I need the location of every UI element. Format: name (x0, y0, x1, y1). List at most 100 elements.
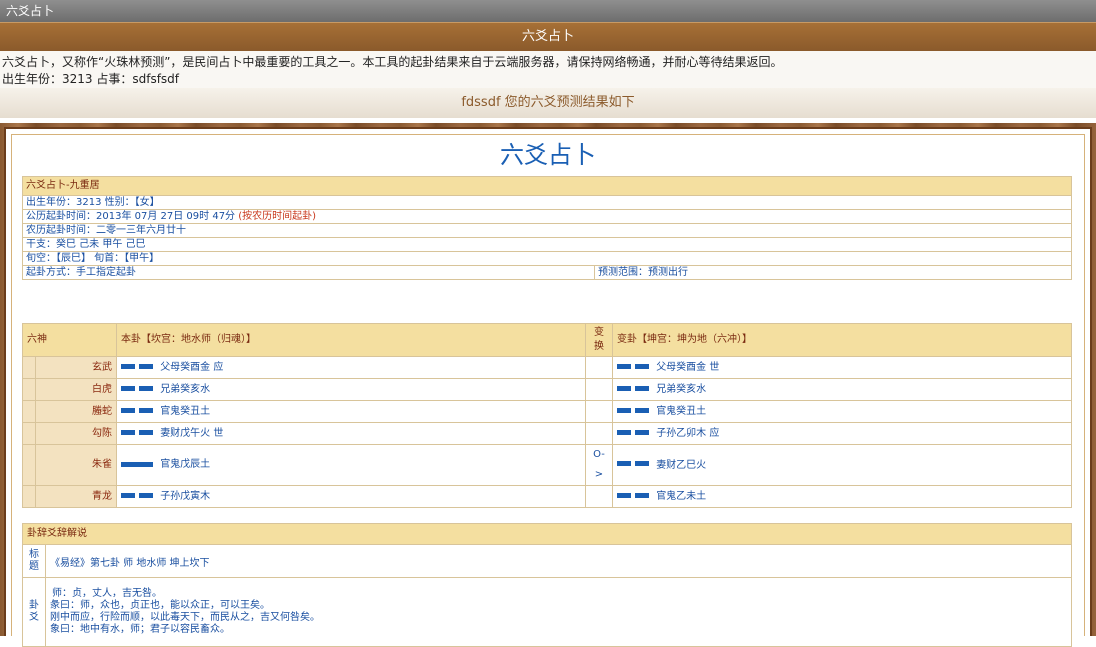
body-label: 卦爻 (22, 577, 46, 647)
row-spacer (22, 422, 36, 445)
yin-line-icon (617, 455, 653, 475)
row-spacer (22, 378, 36, 401)
bian-gua-line: 官鬼癸丑土 (612, 400, 1072, 423)
birth-info: 出生年份：3213 性别：【女】 (22, 195, 1072, 210)
app-header-title: 六爻占卜 (521, 29, 574, 44)
ben-gua-line: 兄弟癸亥水 (116, 378, 586, 401)
yin-line-icon (121, 357, 157, 377)
bian-gua-text: 官鬼癸丑土 (656, 406, 707, 417)
change-mark (585, 400, 613, 423)
ben-gua-line: 官鬼戊辰土 (116, 444, 586, 486)
report-paper[interactable]: 六爻占卜 六爻占卜-九重居 出生年份：3213 性别：【女】 公历起卦时间：20… (4, 127, 1092, 647)
hexagram-row: 青龙 子孙戊寅木 官鬼乙未土 (22, 485, 1072, 508)
bian-gua-text: 妻财乙巳火 (656, 459, 707, 471)
change-mark (585, 378, 613, 401)
change-mark: O-> (585, 444, 613, 486)
bian-gua-text: 兄弟癸亥水 (656, 384, 707, 395)
six-god: 朱雀 (35, 444, 117, 486)
method: 起卦方式：手工指定起卦 (22, 265, 595, 280)
yin-line-icon (617, 423, 653, 443)
change-mark (585, 422, 613, 445)
scope: 预测范围：预测出行 (594, 265, 1072, 280)
xunkong: 旬空：【辰巳】 旬首：【甲午】 (22, 251, 1072, 266)
title-label: 标题 (22, 544, 46, 578)
change-mark (585, 356, 613, 379)
ben-gua-line: 官鬼癸丑土 (116, 400, 586, 423)
interpretation-table: 卦辞爻辞解说 标题 《易经》第七卦 师 地水师 坤上坎下 卦爻 师：贞，丈人，吉… (22, 523, 1072, 647)
yin-line-icon (121, 401, 157, 421)
report-wood-frame: 六爻占卜 六爻占卜-九重居 出生年份：3213 性别：【女】 公历起卦时间：20… (0, 123, 1096, 647)
intro-section: 六爻占卜，又称作“火珠林预测”，是民间占卜中最重要的工具之一。本工具的起卦结果来… (0, 51, 1096, 88)
bian-gua-line: 兄弟癸亥水 (612, 378, 1072, 401)
body-line: 象曰：地中有水，师；君子以容民畜众。 (50, 624, 230, 635)
result-heading-bar: fdssdf 您的六爻预测结果如下 (0, 88, 1096, 118)
yin-line-icon (617, 357, 653, 377)
six-god: 螣蛇 (35, 400, 117, 423)
yin-line-icon (617, 401, 653, 421)
row-spacer (22, 485, 36, 508)
hexagram-row: 玄武 父母癸酉金 应 父母癸酉金 世 (22, 356, 1072, 379)
col-ben-gua: 本卦【坎宫：地水师（归魂）】 (116, 323, 586, 357)
solar-time-note: (按农历时间起卦) (238, 211, 317, 222)
ben-gua-text: 兄弟癸亥水 (160, 384, 211, 395)
window-title-bar: 六爻占卜 (0, 0, 1096, 22)
app-header: 六爻占卜 (0, 22, 1096, 51)
hexagram-row: 朱雀 官鬼戊辰土 O-> 妻财乙巳火 (22, 444, 1072, 486)
ben-gua-text: 父母癸酉金 应 (160, 362, 224, 373)
yin-line-icon (617, 379, 653, 399)
intro-description: 六爻占卜，又称作“火珠林预测”，是民间占卜中最重要的工具之一。本工具的起卦结果来… (2, 55, 783, 69)
row-spacer (22, 356, 36, 379)
intro-query-summary: 出生年份：3213 占事：sdfsfsdf (2, 72, 180, 86)
bian-gua-line: 妻财乙巳火 (612, 444, 1072, 486)
bian-gua-text: 父母癸酉金 世 (656, 362, 720, 373)
report-title: 六爻占卜 (500, 141, 596, 169)
six-god: 白虎 (35, 378, 117, 401)
bian-gua-line: 官鬼乙未土 (612, 485, 1072, 508)
bian-gua-text: 子孙乙卯木 应 (656, 428, 720, 439)
hexagram-row: 螣蛇 官鬼癸丑土 官鬼癸丑土 (22, 400, 1072, 423)
ben-gua-line: 妻财戊午火 世 (116, 422, 586, 445)
solar-time-cell: 公历起卦时间：2013年 07月 27日 09时 47分 (按农历时间起卦) (22, 209, 1072, 224)
body-line: 彖曰：师，众也，贞正也，能以众正，可以王矣。 (50, 600, 270, 611)
lunar-time: 农历起卦时间：二零一三年六月廿十 (22, 223, 1072, 238)
title-text: 《易经》第七卦 师 地水师 坤上坎下 (45, 544, 1072, 578)
bian-gua-line: 子孙乙卯木 应 (612, 422, 1072, 445)
body-line: 刚中而应，行险而顺，以此毒天下，而民从之，吉又何咎矣。 (50, 612, 320, 623)
row-spacer (22, 400, 36, 423)
window-title: 六爻占卜 (6, 4, 55, 18)
report-inner-border: 六爻占卜 六爻占卜-九重居 出生年份：3213 性别：【女】 公历起卦时间：20… (11, 134, 1085, 647)
ben-gua-line: 子孙戊寅木 (116, 485, 586, 508)
ben-gua-text: 妻财戊午火 世 (160, 428, 224, 439)
six-god: 勾陈 (35, 422, 117, 445)
six-god: 玄武 (35, 356, 117, 379)
yang-line-icon (121, 461, 153, 467)
yin-line-icon (121, 486, 157, 506)
info-table-header: 六爻占卜-九重居 (22, 176, 1072, 196)
six-god: 青龙 (35, 485, 117, 508)
hexagram-row: 勾陈 妻财戊午火 世 子孙乙卯木 应 (22, 422, 1072, 445)
interpretation-header: 卦辞爻辞解说 (22, 523, 1072, 545)
body-text: 师：贞，丈人，吉无咎。 彖曰：师，众也，贞正也，能以众正，可以王矣。 刚中而应，… (45, 577, 1072, 647)
solar-time: 公历起卦时间：2013年 07月 27日 09时 47分 (26, 211, 236, 222)
bian-gua-text: 官鬼乙未土 (656, 491, 707, 502)
ben-gua-line: 父母癸酉金 应 (116, 356, 586, 379)
result-heading: fdssdf 您的六爻预测结果如下 (461, 95, 635, 110)
yin-line-icon (121, 423, 157, 443)
hexagram-table: 六神 本卦【坎宫：地水师（归魂）】 变换 变卦【坤宫：坤为地（六冲）】 玄武 父… (22, 323, 1072, 508)
bian-gua-line: 父母癸酉金 世 (612, 356, 1072, 379)
col-change: 变换 (585, 323, 613, 357)
ganzhi: 干支：癸巳 己未 甲午 己巳 (22, 237, 1072, 252)
ben-gua-text: 子孙戊寅木 (160, 491, 211, 502)
hexagram-row: 白虎 兄弟癸亥水 兄弟癸亥水 (22, 378, 1072, 401)
col-bian-gua: 变卦【坤宫：坤为地（六冲）】 (612, 323, 1072, 357)
ben-gua-text: 官鬼癸丑土 (160, 406, 211, 417)
info-table: 六爻占卜-九重居 出生年份：3213 性别：【女】 公历起卦时间：2013年 0… (22, 176, 1072, 280)
ben-gua-text: 官鬼戊辰土 (160, 459, 211, 470)
row-spacer (22, 444, 36, 486)
yin-line-icon (617, 486, 653, 506)
body-line: 师：贞，丈人，吉无咎。 (52, 588, 162, 599)
change-mark (585, 485, 613, 508)
col-six-gods: 六神 (22, 323, 117, 357)
yin-line-icon (121, 379, 157, 399)
hexagram-rows: 玄武 父母癸酉金 应 父母癸酉金 世白虎 兄弟癸亥水 兄弟癸亥水 螣蛇 官鬼癸丑土… (22, 356, 1072, 508)
